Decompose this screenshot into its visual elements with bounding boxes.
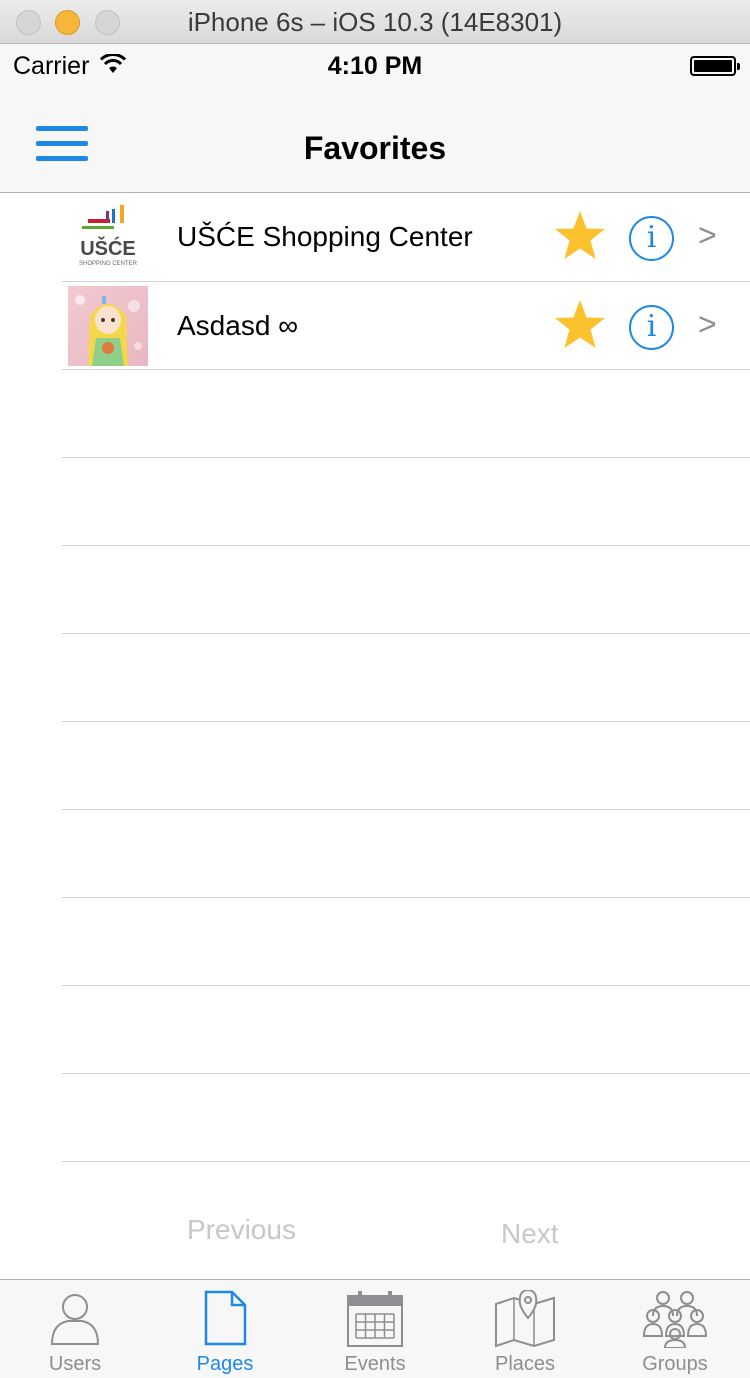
simulator-titlebar: iPhone 6s – iOS 10.3 (14E8301) [0, 0, 750, 44]
avatar-thumbnail [68, 286, 148, 366]
star-icon[interactable] [552, 298, 608, 352]
battery-icon [690, 56, 740, 76]
empty-row [62, 810, 750, 898]
list-item-label: Asdasd ∞ [177, 310, 299, 341]
tab-label: Groups [642, 1353, 708, 1375]
page-title: Favorites [303, 130, 447, 166]
favorites-list: UŠĆE SHOPPING CENTER UŠĆE Shopping Cente… [0, 193, 750, 1162]
next-button[interactable]: Next [501, 1218, 559, 1250]
empty-row [62, 898, 750, 986]
status-time: 4:10 PM [327, 52, 423, 80]
tab-label: Pages [196, 1353, 254, 1375]
usce-logo-thumbnail: UŠĆE SHOPPING CENTER [68, 197, 148, 277]
list-item[interactable]: UŠĆE SHOPPING CENTER UŠĆE Shopping Cente… [62, 193, 750, 282]
tab-groups[interactable]: Groups [600, 1280, 750, 1378]
empty-row [62, 634, 750, 722]
info-icon[interactable]: i [629, 216, 674, 261]
tab-events[interactable]: Events [300, 1280, 450, 1378]
calendar-icon [347, 1291, 403, 1347]
tab-bar: Users Pages Events Places Groups [0, 1279, 750, 1378]
navigation-bar: Favorites [0, 86, 750, 193]
empty-row [62, 370, 750, 458]
user-icon [50, 1294, 100, 1345]
simulator-title: iPhone 6s – iOS 10.3 (14E8301) [187, 7, 563, 37]
list-item-label: UŠĆE Shopping Center [177, 221, 473, 252]
empty-row [62, 722, 750, 810]
tab-label: Users [48, 1353, 102, 1375]
chevron-right-icon[interactable]: > [698, 217, 717, 254]
empty-row [62, 546, 750, 634]
empty-row [62, 986, 750, 1074]
tab-label: Events [344, 1353, 406, 1375]
svg-text:UŠĆE: UŠĆE [80, 236, 136, 260]
chevron-right-icon[interactable]: > [698, 306, 717, 343]
tab-places[interactable]: Places [450, 1280, 600, 1378]
info-icon[interactable]: i [629, 305, 674, 350]
previous-button[interactable]: Previous [187, 1214, 296, 1246]
svg-text:SHOPPING CENTER: SHOPPING CENTER [79, 261, 138, 267]
map-icon [495, 1290, 555, 1348]
tab-label: Places [494, 1353, 556, 1375]
empty-row [62, 1074, 750, 1162]
empty-row [62, 458, 750, 546]
page-icon [204, 1290, 247, 1346]
group-icon [643, 1291, 707, 1348]
star-icon[interactable] [552, 209, 608, 263]
tab-users[interactable]: Users [0, 1280, 150, 1378]
list-item[interactable]: Asdasd ∞ i > [62, 282, 750, 370]
tab-pages[interactable]: Pages [150, 1280, 300, 1378]
status-bar: Carrier 4:10 PM [0, 44, 750, 86]
